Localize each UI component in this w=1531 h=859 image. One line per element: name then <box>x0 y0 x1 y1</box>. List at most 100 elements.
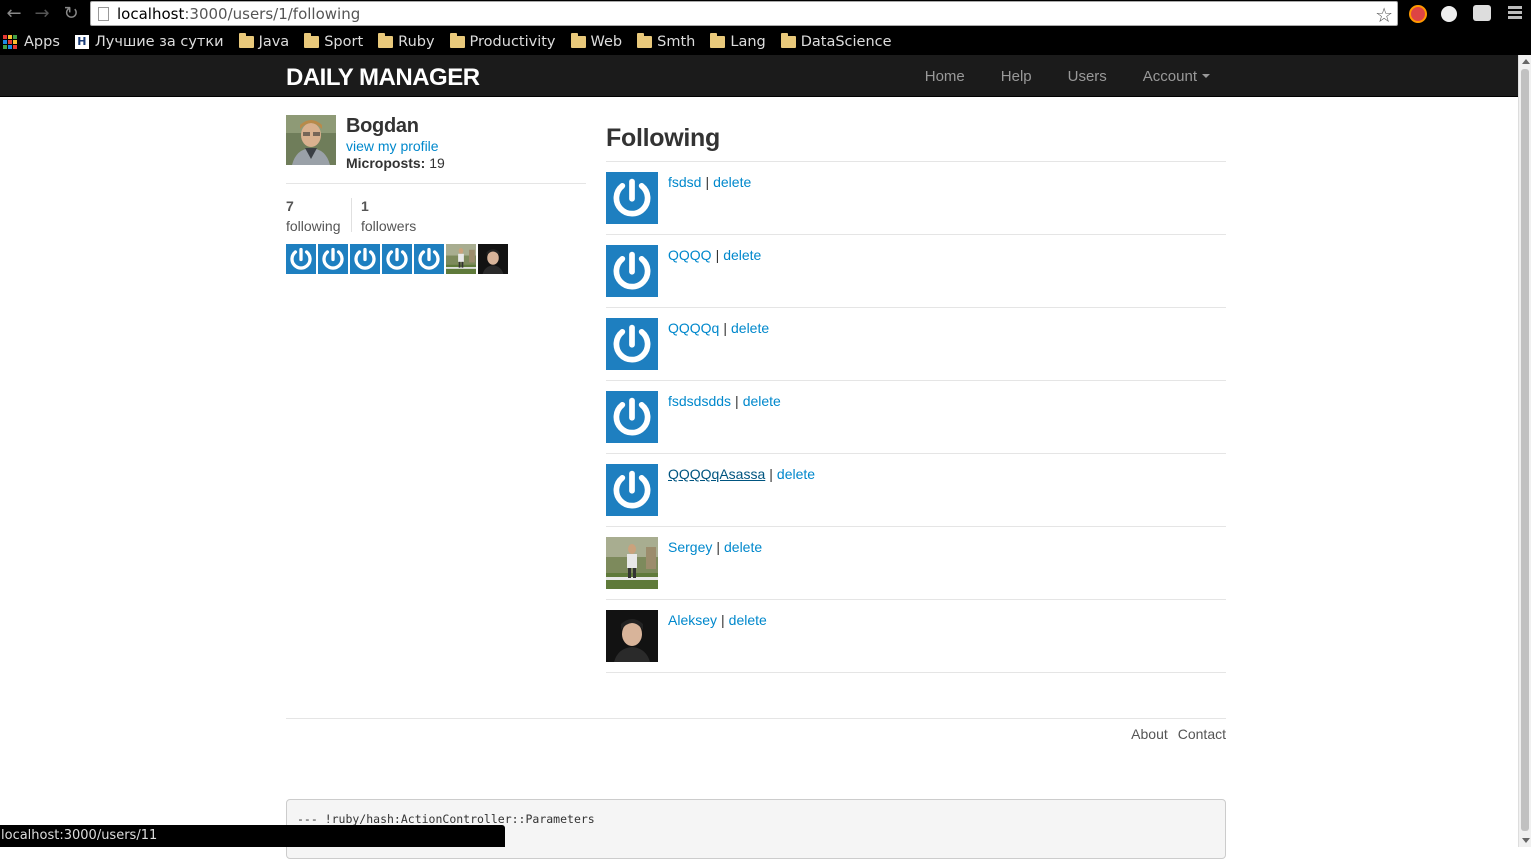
separator: | <box>769 466 773 482</box>
bookmark-1[interactable]: H Лучшие за сутки <box>74 33 224 50</box>
microposts-count: Microposts: 19 <box>346 155 445 171</box>
list-item: Sergey | delete <box>606 527 1226 600</box>
browser-menu-icon[interactable] <box>1508 6 1522 20</box>
delete-link[interactable]: delete <box>724 539 762 555</box>
habr-icon: H <box>74 34 89 49</box>
user-links: fsdsd | delete <box>668 174 751 190</box>
duckduckgo-extension-icon[interactable] <box>1409 5 1427 23</box>
forward-arrow-icon[interactable]: → <box>32 4 52 24</box>
user-avatar-1[interactable] <box>606 245 658 297</box>
separator: | <box>716 539 720 555</box>
delete-link[interactable]: delete <box>731 320 769 336</box>
scroll-up-arrow-icon[interactable] <box>1522 59 1530 64</box>
account-label: Account <box>1142 67 1197 85</box>
pocket-extension-icon[interactable] <box>1473 5 1491 21</box>
user-name-link[interactable]: Aleksey <box>668 612 717 628</box>
bookmark-4[interactable]: Ruby <box>378 32 435 50</box>
user-name-link[interactable]: fsdsd <box>668 174 701 190</box>
bookmark-label: Web <box>590 33 623 50</box>
footer-about-link[interactable]: About <box>1131 726 1168 742</box>
delete-link[interactable]: delete <box>777 466 815 482</box>
folder-icon <box>238 32 254 48</box>
user-avatar-0[interactable] <box>606 172 658 224</box>
list-item: fsdsdsdds | delete <box>606 381 1226 454</box>
apps-grid-icon <box>3 34 17 49</box>
bookmarks-bar: Apps H Лучшие за сутки Java Sport Ruby Product… <box>0 28 1531 55</box>
list-item: fsdsd | delete <box>606 162 1226 235</box>
mini-avatar-6[interactable] <box>478 244 508 274</box>
nav-links: Home Help Users Account <box>889 55 1210 97</box>
footer-contact-link[interactable]: Contact <box>1178 726 1226 742</box>
folder-icon <box>637 32 653 48</box>
bookmark-5[interactable]: Productivity <box>449 32 556 50</box>
reload-icon[interactable]: ↻ <box>61 4 81 24</box>
separator: | <box>705 174 710 190</box>
delete-link[interactable]: delete <box>723 247 761 263</box>
back-arrow-icon[interactable]: ← <box>4 4 24 24</box>
user-avatar-2[interactable] <box>606 318 658 370</box>
following-stat[interactable]: 7 following <box>286 196 340 236</box>
privacy-extension-icon[interactable] <box>1441 6 1457 22</box>
following-avatars-grid <box>286 244 510 274</box>
mini-avatar-3[interactable] <box>382 244 412 274</box>
bookmark-0[interactable]: Apps <box>3 34 60 50</box>
bookmark-7[interactable]: Smth <box>637 32 696 50</box>
mini-avatar-0[interactable] <box>286 244 316 274</box>
user-links: Aleksey | delete <box>668 612 767 628</box>
separator: | <box>721 612 725 628</box>
page-scrollbar[interactable] <box>1518 55 1531 847</box>
bookmark-9[interactable]: DataScience <box>780 32 892 50</box>
bookmark-label: Лучшие за сутки <box>94 33 224 50</box>
scroll-down-arrow-icon[interactable] <box>1522 838 1530 843</box>
user-name-link[interactable]: Sergey <box>668 539 712 555</box>
user-avatar-5[interactable] <box>606 537 658 589</box>
folder-icon <box>378 32 394 48</box>
bookmark-2[interactable]: Java <box>238 32 289 50</box>
delete-link[interactable]: delete <box>729 612 767 628</box>
delete-link[interactable]: delete <box>713 174 751 190</box>
nav-home-link[interactable]: Home <box>925 68 965 85</box>
view-profile-link[interactable]: view my profile <box>346 138 439 154</box>
mini-avatar-1[interactable] <box>318 244 348 274</box>
user-name-link[interactable]: QQQQ <box>668 247 712 263</box>
user-name-link[interactable]: QQQQqAsassa <box>668 466 765 482</box>
user-avatar[interactable] <box>286 115 336 165</box>
nav-help-link[interactable]: Help <box>1001 68 1032 85</box>
user-links: fsdsdsdds | delete <box>668 393 781 409</box>
delete-link[interactable]: delete <box>743 393 781 409</box>
user-avatar-6[interactable] <box>606 610 658 662</box>
scroll-thumb[interactable] <box>1521 69 1529 831</box>
bookmark-star-icon[interactable]: ☆ <box>1375 3 1393 27</box>
followers-stat[interactable]: 1 followers <box>361 196 416 236</box>
user-name: Bogdan <box>346 115 419 137</box>
mini-avatar-4[interactable] <box>414 244 444 274</box>
list-item: QQQQq | delete <box>606 308 1226 381</box>
status-bar: localhost:3000/users/11 <box>0 825 505 847</box>
user-avatar-4[interactable] <box>606 464 658 516</box>
nav-users-link[interactable]: Users <box>1068 68 1107 85</box>
page-icon <box>98 7 109 21</box>
followers-count: 1 <box>361 198 369 214</box>
bookmark-3[interactable]: Sport <box>304 32 363 50</box>
user-links: QQQQqAsassa | delete <box>668 466 815 482</box>
user-name-link[interactable]: fsdsdsdds <box>668 393 731 409</box>
mini-avatar-2[interactable] <box>350 244 380 274</box>
folder-icon <box>304 32 320 48</box>
list-item: Aleksey | delete <box>606 600 1226 673</box>
bookmark-label: DataScience <box>800 33 892 50</box>
bookmark-label: Apps <box>24 33 60 50</box>
brand-logo[interactable]: DAILY MANAGER <box>286 64 480 92</box>
bookmark-8[interactable]: Lang <box>710 32 766 50</box>
address-text[interactable]: localhost:3000/users/1/following <box>117 5 360 23</box>
nav-account-dropdown[interactable]: Account <box>1143 68 1210 85</box>
bookmark-6[interactable]: Web <box>570 32 623 50</box>
user-links: QQQQ | delete <box>668 247 761 263</box>
user-avatar-3[interactable] <box>606 391 658 443</box>
separator: | <box>715 247 720 263</box>
following-label: following <box>286 218 341 234</box>
bookmark-label: Smth <box>657 33 696 50</box>
user-name-link[interactable]: QQQQq <box>668 320 719 336</box>
url-host: localhost <box>117 5 185 23</box>
address-bar[interactable]: localhost:3000/users/1/following ☆ <box>90 1 1398 27</box>
mini-avatar-5[interactable] <box>446 244 476 274</box>
